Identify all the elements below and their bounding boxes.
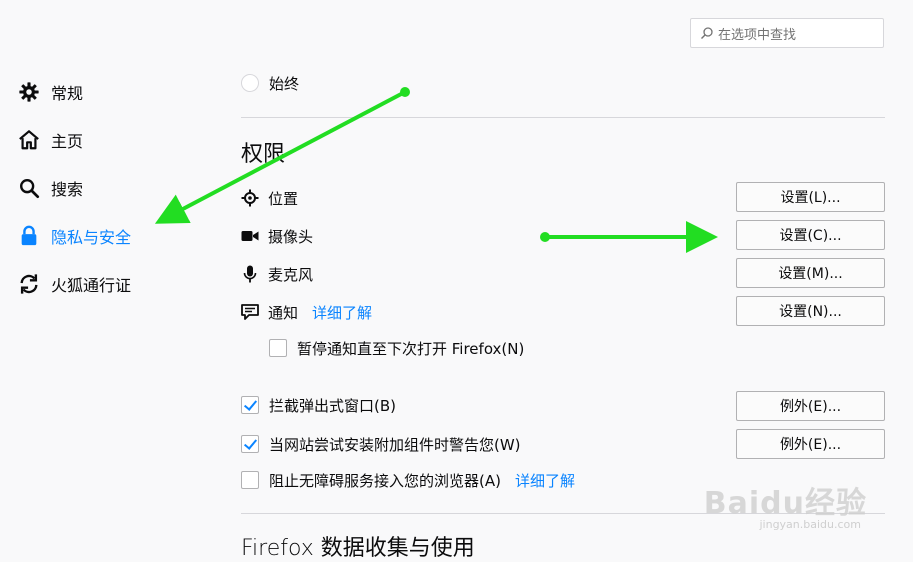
annotation-overlay <box>154 87 718 253</box>
annotation-arrow-to-camera-button <box>540 221 718 253</box>
annotation-arrow-to-privacy <box>154 87 410 224</box>
